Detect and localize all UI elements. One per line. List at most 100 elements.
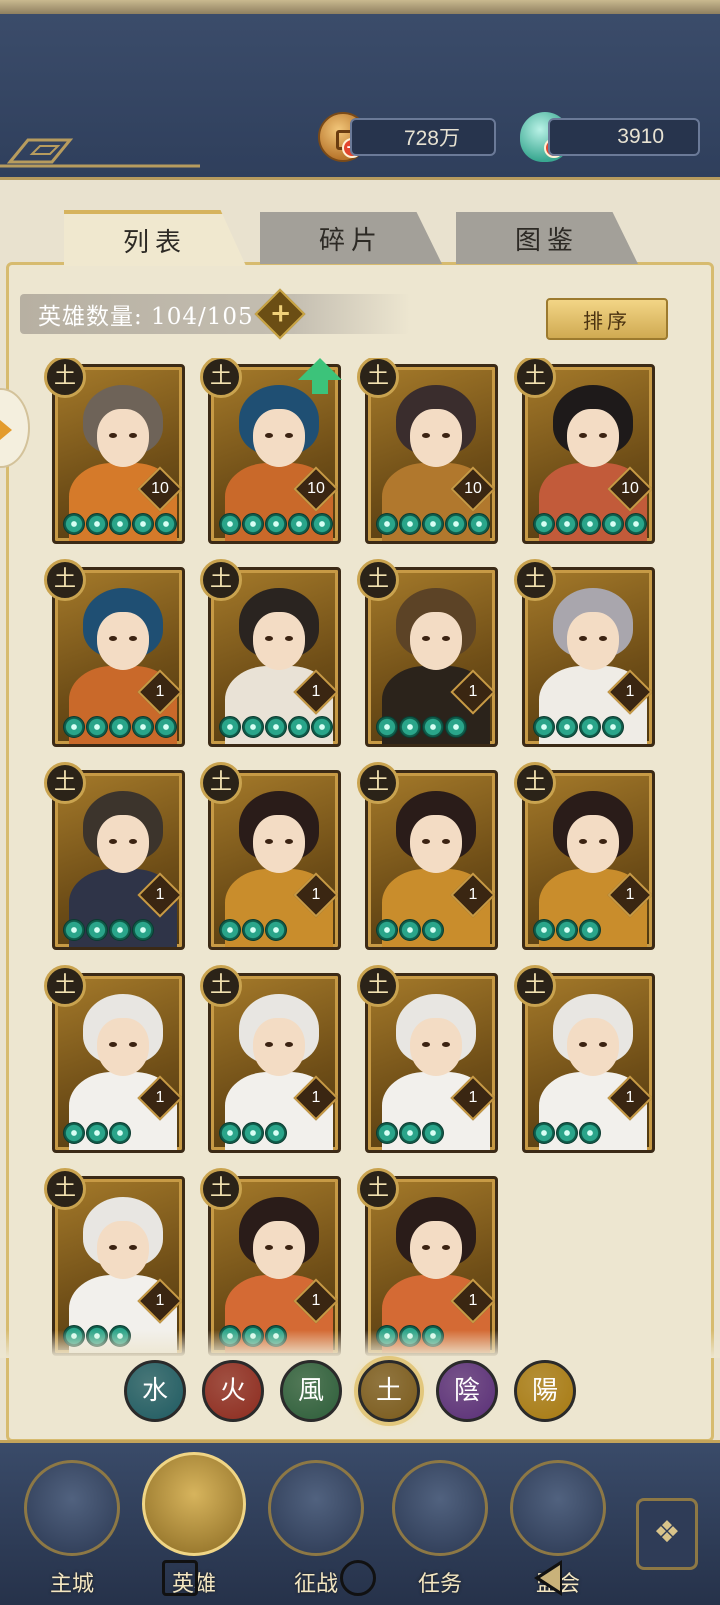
star-icon — [242, 1122, 264, 1144]
hero-portrait-face — [253, 1221, 305, 1279]
yang-filter-icon[interactable]: 陽 — [514, 1360, 576, 1422]
star-icon — [376, 716, 398, 738]
star-icon — [533, 1122, 555, 1144]
star-icon — [399, 716, 421, 738]
star-icon — [311, 716, 333, 738]
star-icon — [556, 513, 578, 535]
earth-element-icon: 土 — [514, 358, 556, 398]
star-icon — [155, 716, 177, 738]
nav-main-city[interactable] — [24, 1460, 120, 1556]
nav-tasks[interactable] — [392, 1460, 488, 1556]
star-icon — [109, 716, 131, 738]
nav-main-city-label: 主城 — [49, 1572, 94, 1597]
hero-portrait-face — [410, 815, 462, 873]
hero-portrait-face — [253, 815, 305, 873]
earth-element-icon: 土 — [357, 1168, 399, 1210]
upgrade-arrow-icon — [298, 358, 342, 394]
star-icon — [219, 513, 241, 535]
star-icon — [399, 513, 421, 535]
hero-level: 1 — [468, 683, 478, 700]
flower-pattern-icon[interactable]: ❖ — [636, 1498, 698, 1570]
hero-portrait-face — [97, 815, 149, 873]
jade-amount: 3910 — [548, 118, 700, 156]
star-icon — [288, 716, 310, 738]
earth-filter-icon[interactable]: 土 — [358, 1360, 420, 1422]
star-icon — [579, 513, 601, 535]
star-icon — [579, 716, 601, 738]
star-icon — [625, 513, 647, 535]
wind-filter-icon[interactable]: 風 — [280, 1360, 342, 1422]
hero-stars — [376, 513, 490, 535]
star-icon — [265, 716, 287, 738]
hero-portrait-face — [567, 409, 619, 467]
hero-portrait-face — [410, 1018, 462, 1076]
star-icon — [86, 1122, 108, 1144]
nav-alliance[interactable] — [510, 1460, 606, 1556]
coin-amount: 728万 — [350, 118, 496, 156]
star-icon — [445, 716, 467, 738]
fire-filter-icon[interactable]: 火 — [202, 1360, 264, 1422]
hero-stars — [376, 919, 444, 941]
star-icon — [556, 919, 578, 941]
star-icon — [86, 716, 108, 738]
star-icon — [399, 919, 421, 941]
star-icon — [376, 919, 398, 941]
tab-fragments[interactable]: 碎片 — [260, 212, 442, 264]
nav-heroes[interactable] — [142, 1452, 246, 1556]
hero-level: 1 — [311, 683, 321, 700]
back-button[interactable] — [534, 1560, 562, 1596]
water-filter-icon[interactable]: 水 — [124, 1360, 186, 1422]
sort-button[interactable]: 排序 — [546, 298, 668, 340]
earth-element-icon: 土 — [44, 559, 86, 601]
earth-element-icon: 土 — [44, 358, 86, 398]
star-icon — [533, 919, 555, 941]
star-icon — [63, 716, 85, 738]
earth-element-icon: 土 — [44, 762, 86, 804]
hero-stars — [219, 513, 333, 535]
star-icon — [556, 1122, 578, 1144]
hero-level: 1 — [155, 886, 165, 903]
star-icon — [422, 513, 444, 535]
hero-stars — [63, 513, 177, 535]
earth-element-icon: 土 — [44, 1168, 86, 1210]
hero-level: 1 — [625, 683, 635, 700]
hero-level: 1 — [311, 1089, 321, 1106]
star-icon — [422, 919, 444, 941]
tab-list[interactable]: 列表 — [64, 210, 246, 266]
hero-level: 1 — [625, 1089, 635, 1106]
star-icon — [602, 716, 624, 738]
hero-portrait-face — [410, 409, 462, 467]
star-icon — [132, 716, 154, 738]
hero-level: 10 — [621, 480, 639, 497]
yin-filter-icon[interactable]: 陰 — [436, 1360, 498, 1422]
star-icon — [219, 716, 241, 738]
star-icon — [109, 513, 131, 535]
hero-portrait-face — [97, 612, 149, 670]
star-icon — [579, 1122, 601, 1144]
hero-portrait-face — [567, 1018, 619, 1076]
star-icon — [155, 513, 177, 535]
tab-codex[interactable]: 图鉴 — [456, 212, 638, 264]
hero-stars — [63, 919, 154, 941]
home-button[interactable] — [340, 1560, 376, 1596]
star-icon — [63, 919, 85, 941]
star-icon — [533, 716, 555, 738]
hero-portrait-face — [567, 612, 619, 670]
hero-stars — [533, 919, 601, 941]
hero-stars — [63, 716, 177, 738]
recent-apps-button[interactable] — [162, 1560, 198, 1596]
star-icon — [311, 513, 333, 535]
hero-level: 1 — [468, 1089, 478, 1106]
star-icon — [242, 513, 264, 535]
earth-element-icon: 土 — [514, 762, 556, 804]
star-icon — [63, 1122, 85, 1144]
star-icon — [109, 1122, 131, 1144]
star-icon — [468, 513, 490, 535]
nav-campaign[interactable] — [268, 1460, 364, 1556]
hero-portrait-face — [410, 1221, 462, 1279]
top-decor-strip — [0, 0, 720, 14]
star-icon — [265, 513, 287, 535]
hero-portrait-face — [253, 1018, 305, 1076]
hero-level: 1 — [468, 886, 478, 903]
hero-stars — [376, 716, 467, 738]
